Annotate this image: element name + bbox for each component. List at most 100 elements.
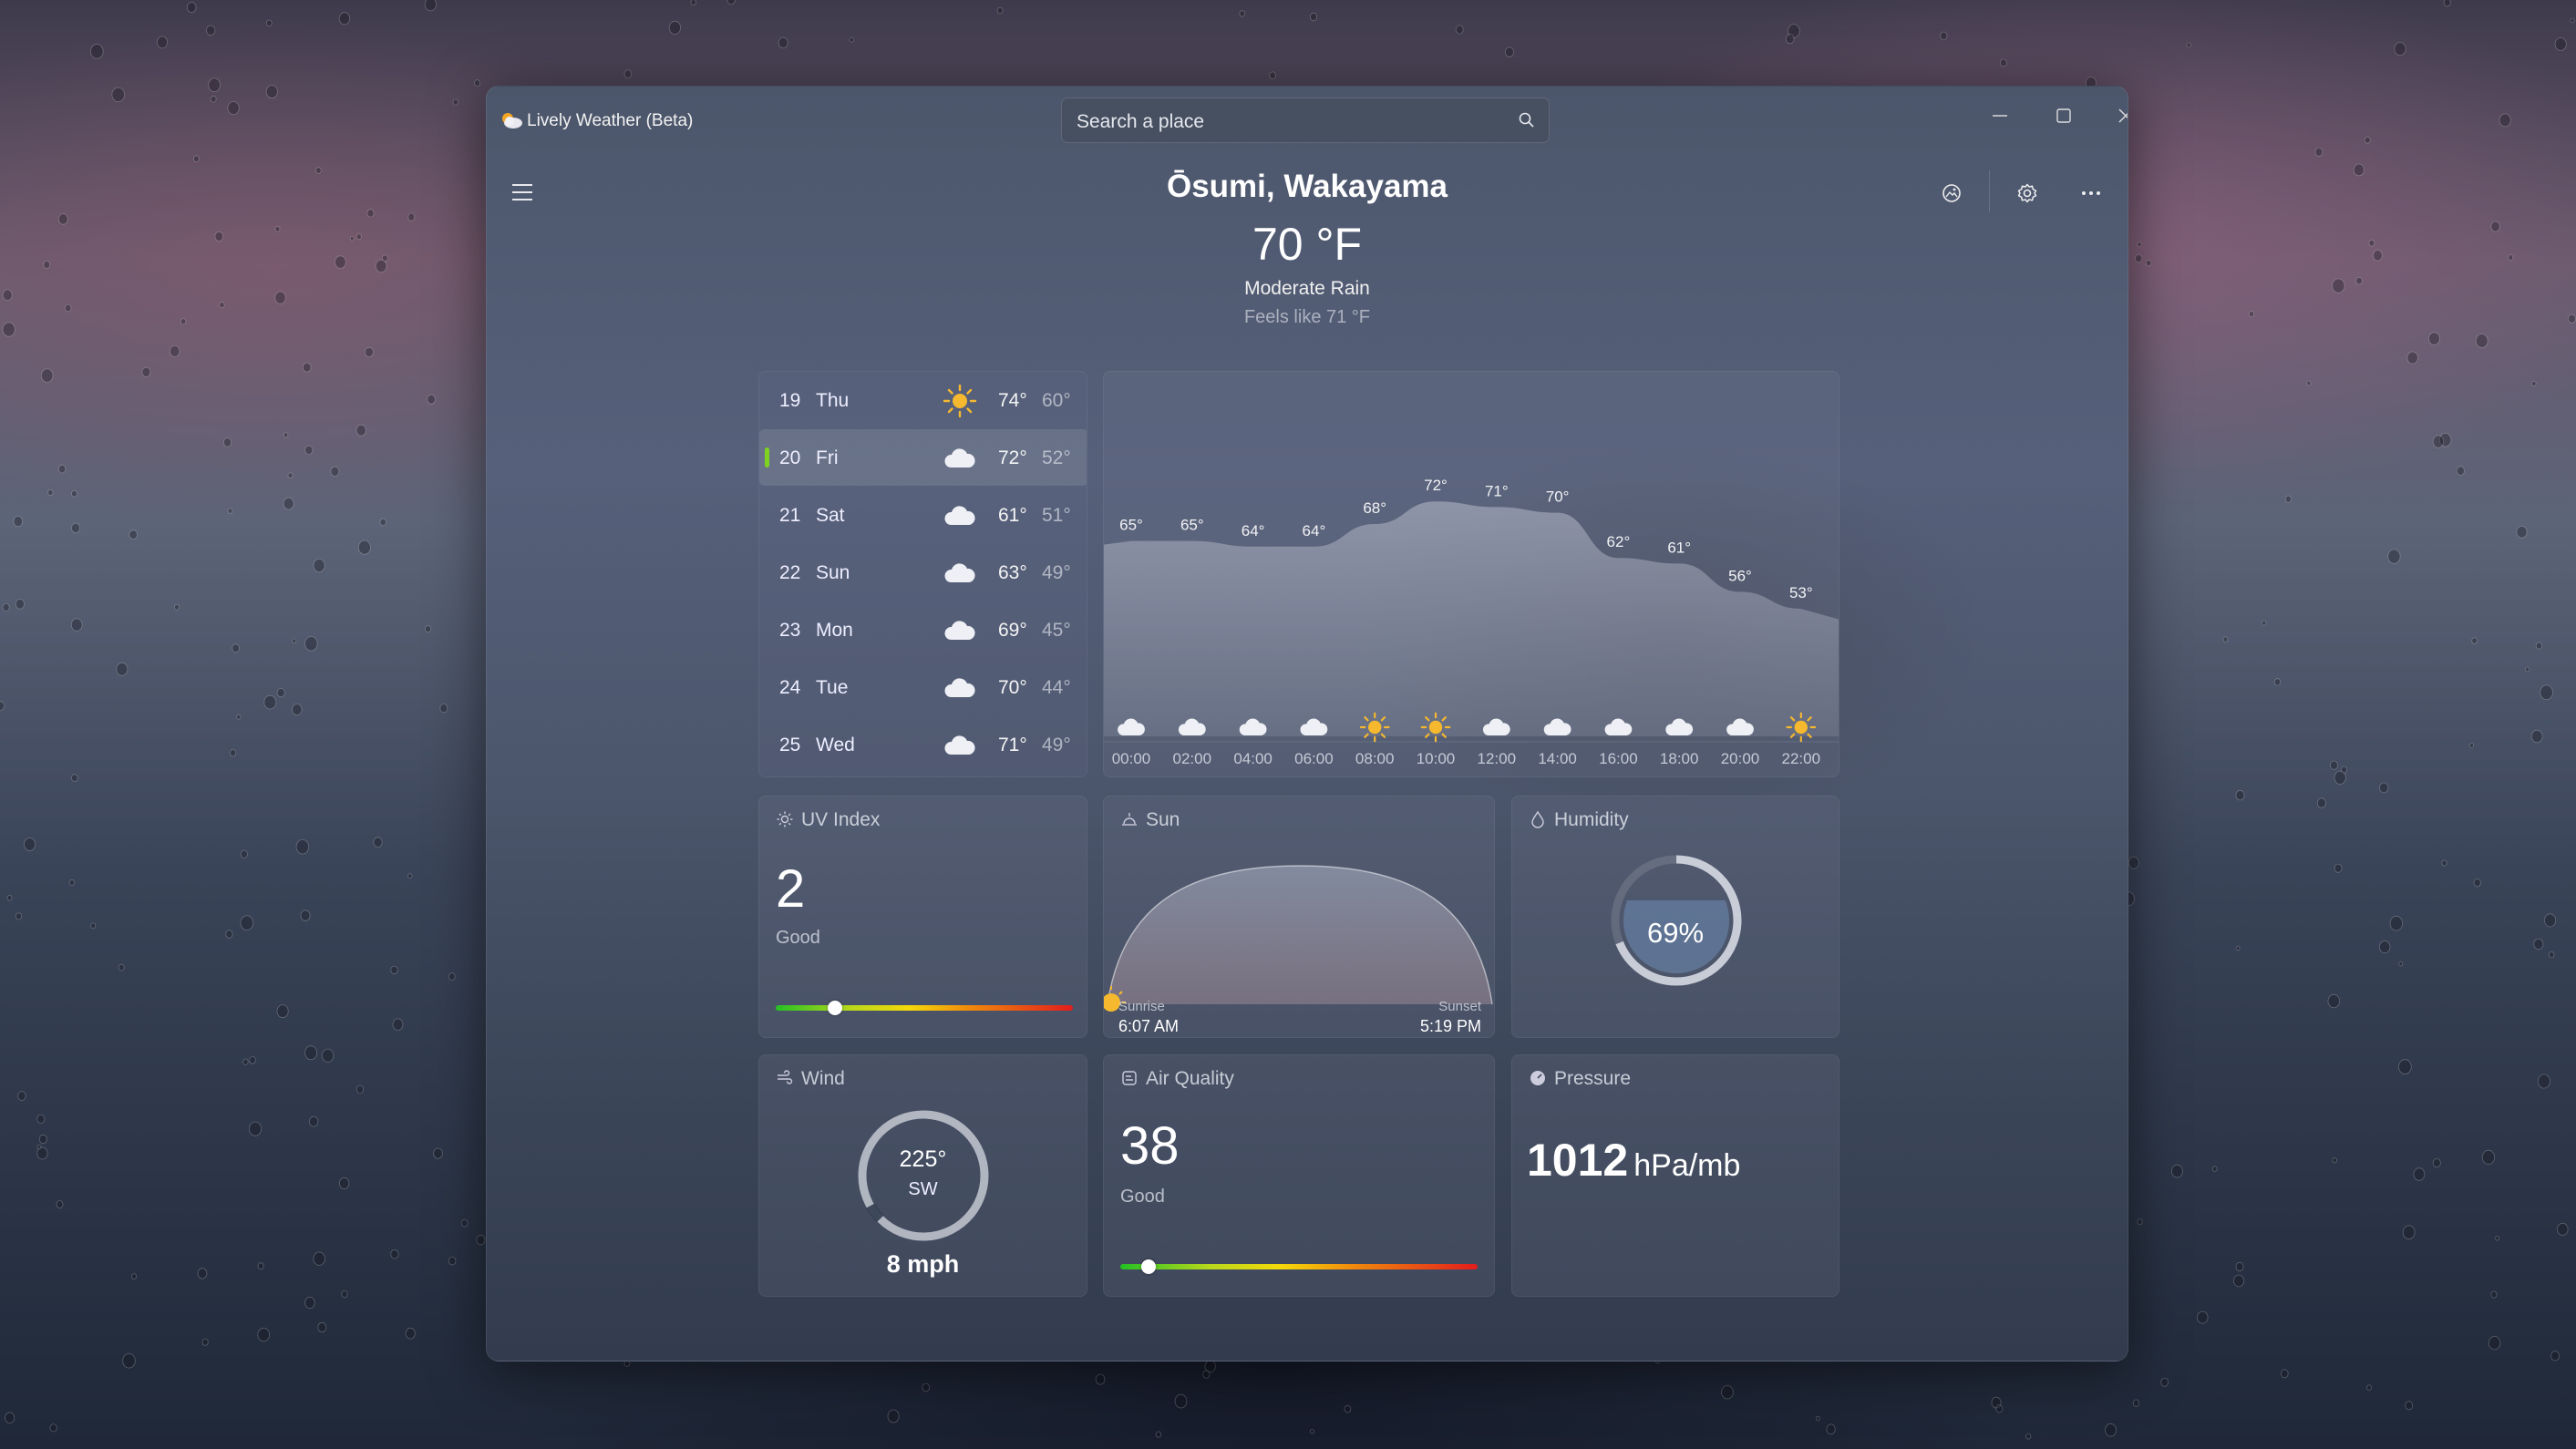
pressure-title: Pressure [1554, 1068, 1632, 1089]
forecast-day-number: 25 [779, 735, 801, 755]
cloud-icon [944, 506, 975, 525]
pressure-card: Pressure 1012 hPa/mb [1511, 1054, 1839, 1297]
humidity-card: Humidity 69% [1511, 796, 1839, 1038]
forecast-day-row[interactable]: 19 Thu 74° 60° [759, 372, 1087, 428]
pressure-value: 1012 [1527, 1135, 1629, 1186]
pressure-unit: hPa/mb [1633, 1148, 1741, 1183]
current-condition: Moderate Rain [1244, 278, 1370, 299]
forecast-high: 61° [998, 505, 1027, 526]
hourly-chart-svg: 65° 00:00 65° 02:00 64° 04:00 64° 06:00 68° 08:00… [1104, 477, 1839, 767]
air-quality-icon [1122, 1071, 1137, 1085]
humidity-value: 69% [1646, 917, 1705, 949]
hourly-temp-label: 61° [1667, 539, 1691, 556]
hourly-temp-label: 62° [1607, 533, 1631, 550]
forecast-low: 45° [1042, 620, 1071, 641]
sunset-time: 5:19 PM [1419, 1017, 1481, 1035]
forecast-day-name: Sat [816, 505, 845, 526]
air-quality-scale-bar [1120, 1264, 1478, 1269]
hourly-temp-label: 53° [1789, 584, 1813, 601]
air-quality-title: Air Quality [1146, 1068, 1234, 1089]
hourly-temp-label: 68° [1363, 499, 1386, 517]
forecast-day-row[interactable]: 21 Sat 61° 51° [759, 487, 1087, 543]
app-window: Lively Weather (Beta) Search a place Ōsu… [486, 86, 2128, 1362]
minimize-icon [1993, 115, 2007, 117]
uv-scale-bar [776, 1005, 1073, 1011]
hourly-icon [1420, 712, 1451, 743]
app-logo-icon [502, 113, 522, 128]
forecast-day-number: 24 [779, 677, 801, 698]
cloud-icon [944, 735, 975, 755]
wind-degrees: 225° [899, 1146, 947, 1172]
hourly-time-label: 12:00 [1478, 750, 1517, 767]
hourly-icon [1359, 712, 1390, 743]
sun-icon [1359, 712, 1390, 743]
forecast-day-name: Mon [816, 620, 853, 641]
hourly-temp-label: 70° [1546, 488, 1570, 506]
close-button[interactable] [2098, 96, 2128, 136]
sun-card: Sun Sunrise 6:07 AM Sunset 5:19 PM [1103, 796, 1495, 1038]
hourly-icon [1786, 712, 1817, 743]
wind-speed: 8 mph [886, 1250, 960, 1278]
hourly-temp-label: 56° [1728, 567, 1752, 584]
hourly-time-label: 04:00 [1233, 750, 1273, 767]
forecast-icon-wrap [942, 727, 978, 764]
forecast-day-row[interactable]: 20 Fri 72° 52° [759, 429, 1087, 486]
minimize-button[interactable] [1973, 96, 2027, 136]
sun-icon [1420, 712, 1451, 743]
forecast-icon-wrap [942, 670, 978, 706]
search-icon[interactable] [1518, 111, 1536, 129]
forecast-icon-wrap [942, 498, 978, 534]
wind-direction: SW [908, 1179, 938, 1199]
cloud-icon [944, 563, 975, 582]
forecast-day-number: 21 [779, 505, 801, 526]
app-title: Lively Weather (Beta) [527, 111, 694, 130]
hourly-time-label: 14:00 [1538, 750, 1577, 767]
title-bar[interactable]: Lively Weather (Beta) Search a place [487, 87, 2128, 159]
search-input[interactable]: Search a place [1077, 111, 1204, 133]
maximize-button[interactable] [2036, 96, 2091, 136]
hourly-time-label: 10:00 [1417, 750, 1456, 767]
temperature-area [1104, 501, 1839, 736]
uv-title: UV Index [801, 809, 881, 830]
forecast-day-name: Thu [816, 390, 850, 411]
cloud-icon [944, 678, 975, 697]
forecast-low: 49° [1042, 562, 1071, 583]
hourly-temp-label: 65° [1180, 517, 1204, 534]
forecast-high: 72° [998, 447, 1027, 468]
forecast-low: 44° [1042, 677, 1071, 698]
hourly-time-label: 16:00 [1599, 750, 1638, 767]
forecast-day-row[interactable]: 23 Mon 69° 45° [759, 601, 1087, 658]
forecast-day-row[interactable]: 24 Tue 70° 44° [759, 659, 1087, 715]
forecast-icon-wrap [942, 383, 978, 419]
hourly-time-label: 20:00 [1721, 750, 1760, 767]
hourly-time-label: 18:00 [1660, 750, 1699, 767]
forecast-low: 51° [1042, 505, 1071, 526]
air-quality-indicator [1141, 1259, 1157, 1274]
sunset-label: Sunset [1438, 999, 1481, 1014]
feels-like: Feels like 71 °F [1243, 307, 1371, 327]
hourly-time-label: 06:00 [1294, 750, 1334, 767]
daily-forecast-list: 19 Thu 74° 60° 20 Fri 72° 52° 21 Sat 61° 51° 22 Sun 63… [758, 371, 1087, 777]
forecast-high: 74° [998, 390, 1027, 411]
hourly-time-label: 02:00 [1173, 750, 1212, 767]
hourly-time-label: 00:00 [1112, 750, 1151, 767]
forecast-high: 70° [998, 677, 1027, 698]
forecast-high: 69° [998, 620, 1027, 641]
forecast-day-number: 19 [779, 390, 801, 411]
close-icon [2118, 108, 2128, 123]
forecast-low: 49° [1042, 735, 1071, 755]
maximize-icon [2056, 108, 2071, 123]
air-quality-card: Air Quality 38 Good [1103, 1054, 1495, 1297]
cloud-icon [944, 448, 975, 468]
air-quality-value: 38 [1120, 1116, 1180, 1176]
uv-index-card: UV Index 2 Good [758, 796, 1087, 1038]
gauge-icon [1530, 1071, 1545, 1085]
forecast-day-row[interactable]: 22 Sun 63° 49° [759, 544, 1087, 601]
forecast-high: 63° [998, 562, 1027, 583]
forecast-day-row[interactable]: 25 Wed 71° 49° [759, 716, 1087, 773]
forecast-icon-wrap [942, 612, 978, 649]
search-box[interactable]: Search a place [1061, 98, 1550, 143]
forecast-low: 52° [1042, 447, 1071, 468]
hourly-forecast-chart: 65° 00:00 65° 02:00 64° 04:00 64° 06:00 68° 08:00… [1103, 371, 1839, 777]
sun-icon [1786, 712, 1817, 743]
